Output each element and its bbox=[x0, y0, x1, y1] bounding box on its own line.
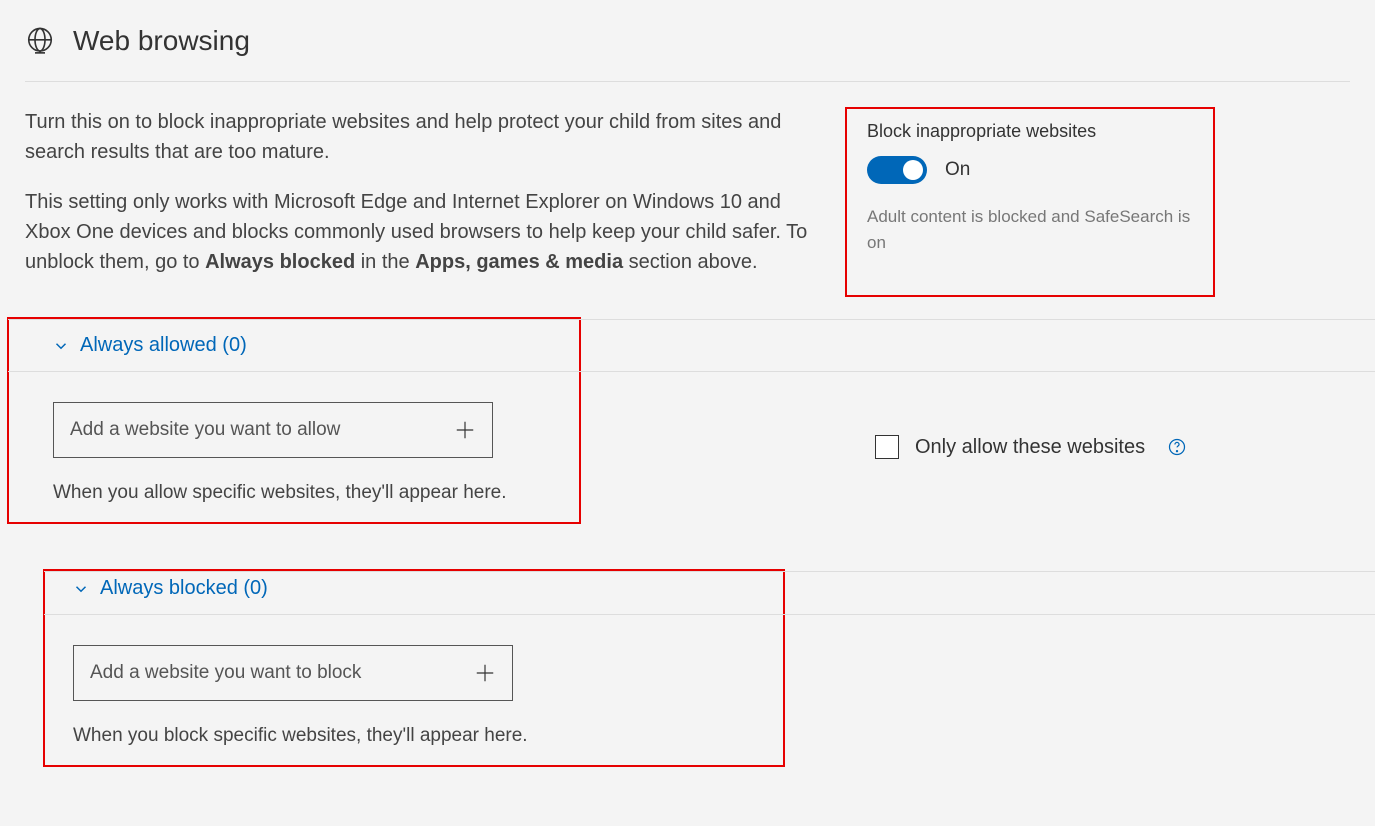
only-allow-label: Only allow these websites bbox=[915, 436, 1145, 459]
always-allowed-header[interactable]: Always allowed (0) bbox=[8, 319, 1375, 372]
always-allowed-hint: When you allow specific websites, they'l… bbox=[53, 482, 555, 504]
only-allow-checkbox[interactable] bbox=[875, 435, 899, 459]
always-allowed-section: Always allowed (0) When you allow specif… bbox=[7, 317, 581, 524]
globe-icon bbox=[25, 26, 55, 56]
add-blocked-input-row[interactable] bbox=[73, 645, 513, 701]
plus-icon[interactable] bbox=[454, 419, 476, 441]
always-blocked-header[interactable]: Always blocked (0) bbox=[44, 571, 1375, 615]
always-allowed-title: Always allowed (0) bbox=[80, 334, 247, 357]
add-blocked-input[interactable] bbox=[74, 648, 474, 698]
always-blocked-section: Always blocked (0) When you block specif… bbox=[43, 569, 785, 767]
description-paragraph-1: Turn this on to block inappropriate webs… bbox=[25, 107, 815, 167]
only-allow-row: Only allow these websites bbox=[875, 435, 1187, 459]
block-inappropriate-panel: Block inappropriate websites On Adult co… bbox=[845, 107, 1215, 297]
page-header: Web browsing bbox=[25, 25, 1350, 82]
block-toggle-title: Block inappropriate websites bbox=[867, 121, 1193, 142]
add-allowed-input[interactable] bbox=[54, 405, 454, 455]
always-blocked-hint: When you block specific websites, they'l… bbox=[73, 725, 759, 747]
always-blocked-title: Always blocked (0) bbox=[100, 577, 268, 600]
description-column: Turn this on to block inappropriate webs… bbox=[25, 107, 815, 297]
block-toggle-description: Adult content is blocked and SafeSearch … bbox=[867, 204, 1193, 255]
plus-icon[interactable] bbox=[474, 662, 496, 684]
page-title: Web browsing bbox=[73, 25, 250, 57]
help-icon[interactable] bbox=[1167, 437, 1187, 457]
toggle-state-label: On bbox=[945, 159, 970, 181]
chevron-down-icon bbox=[72, 580, 90, 598]
chevron-down-icon bbox=[52, 337, 70, 355]
block-inappropriate-toggle[interactable] bbox=[867, 156, 927, 184]
add-allowed-input-row[interactable] bbox=[53, 402, 493, 458]
description-paragraph-2: This setting only works with Microsoft E… bbox=[25, 187, 815, 277]
